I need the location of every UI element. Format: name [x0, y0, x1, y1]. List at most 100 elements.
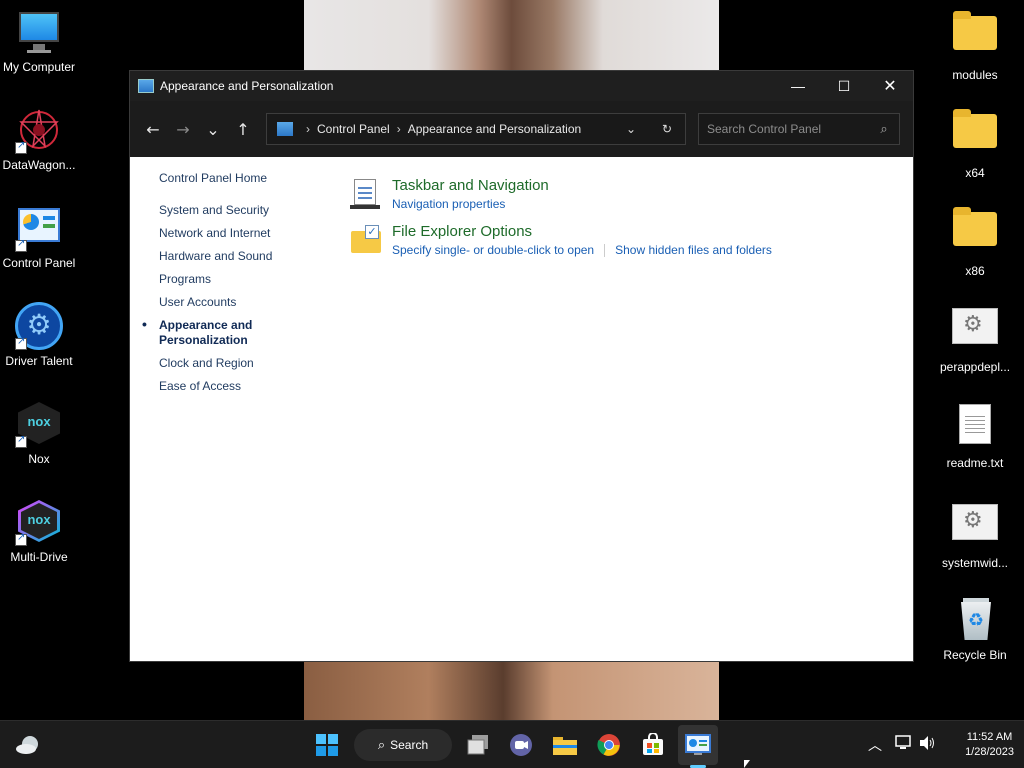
- control-panel-icon: [15, 204, 63, 252]
- driver-talent-icon: ⚙: [15, 302, 63, 350]
- title-bar[interactable]: Appearance and Personalization — ☐ ✕: [130, 71, 913, 101]
- desktop-icon-nox[interactable]: nox Nox: [0, 400, 78, 466]
- minimize-button[interactable]: —: [775, 71, 821, 101]
- shortcut-arrow-icon: [15, 336, 27, 350]
- back-button[interactable]: ←: [138, 114, 168, 144]
- monitor-icon: [15, 8, 63, 56]
- breadcrumb-control-panel[interactable]: Control Panel: [317, 122, 390, 136]
- mouse-cursor-icon: [744, 760, 750, 768]
- content-area: Control Panel Home System and Security N…: [130, 157, 913, 661]
- desktop-icon-perappdepl[interactable]: perappdepl...: [936, 302, 1014, 374]
- desktop-icon-label: Multi-Drive: [10, 550, 68, 564]
- control-panel-home-link[interactable]: Control Panel Home: [159, 171, 319, 185]
- nox-icon: nox: [15, 400, 63, 448]
- settings-file-icon: [952, 308, 998, 344]
- breadcrumb-separator[interactable]: ›: [306, 122, 310, 136]
- nav-item-system-and-security[interactable]: System and Security: [159, 203, 319, 218]
- search-icon[interactable]: ⌕: [869, 122, 899, 137]
- store-icon[interactable]: [637, 729, 669, 761]
- desktop-icon-multi-drive[interactable]: nox Multi-Drive: [0, 498, 78, 564]
- desktop-icon-control-panel[interactable]: Control Panel: [0, 204, 78, 270]
- recent-locations-button[interactable]: ⌄: [198, 114, 228, 144]
- desktop-icon-label: x86: [965, 264, 985, 278]
- shortcut-arrow-icon: [15, 238, 27, 252]
- nav-item-hardware-and-sound[interactable]: Hardware and Sound: [159, 249, 319, 264]
- search-input[interactable]: [707, 122, 869, 136]
- refresh-button[interactable]: ↻: [649, 122, 685, 136]
- clock-date: 1/28/2023: [965, 746, 1014, 758]
- category-title[interactable]: File Explorer Options: [392, 223, 772, 240]
- shortcut-arrow-icon: [15, 140, 27, 154]
- navigation-bar: ← → ⌄ ↑ › Control Panel › Appearance and…: [130, 101, 913, 157]
- folder-icon: [953, 207, 997, 246]
- file-explorer-options-icon: ✓: [350, 223, 382, 255]
- desktop-icon-label: x64: [965, 166, 985, 180]
- single-double-click-link[interactable]: Specify single- or double-click to open: [392, 243, 594, 257]
- teams-chat-icon[interactable]: [505, 729, 537, 761]
- control-panel-icon: [277, 122, 293, 136]
- shortcut-arrow-icon: [15, 434, 27, 448]
- nav-item-clock-and-region[interactable]: Clock and Region: [159, 356, 319, 371]
- nox-multidrive-icon: nox: [15, 498, 63, 546]
- network-icon[interactable]: [895, 735, 913, 755]
- desktop-icon-driver-talent[interactable]: ⚙ Driver Talent: [0, 302, 78, 368]
- control-panel-icon[interactable]: [682, 729, 714, 761]
- chrome-icon[interactable]: [593, 729, 625, 761]
- task-view-icon[interactable]: [462, 729, 494, 761]
- settings-file-icon: [952, 504, 998, 540]
- desktop-icon-label: Recycle Bin: [943, 648, 1007, 662]
- up-button[interactable]: ↑: [228, 114, 258, 144]
- desktop-icon-my-computer[interactable]: My Computer: [0, 8, 78, 74]
- desktop-icon-x64[interactable]: x64: [936, 106, 1014, 180]
- desktop-icon-modules[interactable]: modules: [936, 8, 1014, 82]
- desktop-icon-label: My Computer: [2, 60, 76, 74]
- desktop-icon-label: perappdepl...: [939, 360, 1011, 374]
- nav-item-appearance-and-personalization: Appearance and Personalization: [142, 317, 319, 348]
- taskbar: ⌕ Search ︿ 11:52 AM 1/28/2023: [0, 720, 1024, 768]
- forward-button[interactable]: →: [168, 114, 198, 144]
- search-icon: ⌕: [377, 737, 386, 752]
- taskbar-search-label: Search: [390, 738, 429, 752]
- show-hidden-files-link[interactable]: Show hidden files and folders: [615, 243, 772, 257]
- breadcrumb-appearance-and-personalization[interactable]: Appearance and Personalization: [408, 122, 581, 136]
- file-explorer-icon[interactable]: [549, 729, 581, 761]
- window-title: Appearance and Personalization: [160, 79, 334, 93]
- taskbar-search-button[interactable]: ⌕ Search: [354, 729, 452, 761]
- desktop-icon-recycle-bin[interactable]: ♻ Recycle Bin: [936, 596, 1014, 662]
- desktop-icon-datawagon[interactable]: DataWagon...: [0, 106, 78, 172]
- datawagon-icon: [15, 106, 63, 154]
- folder-icon: [953, 11, 997, 50]
- address-dropdown-button[interactable]: ⌄: [613, 122, 649, 136]
- link-divider: [604, 243, 606, 257]
- clock-time: 11:52 AM: [966, 731, 1013, 743]
- desktop-icon-label: systemwid...: [941, 556, 1008, 570]
- desktop-icon-x86[interactable]: x86: [936, 204, 1014, 278]
- nav-item-network-and-internet[interactable]: Network and Internet: [159, 226, 319, 241]
- close-button[interactable]: ✕: [867, 71, 913, 101]
- desktop-icon-readme[interactable]: readme.txt: [936, 400, 1014, 470]
- category-title[interactable]: Taskbar and Navigation: [392, 177, 549, 194]
- desktop-icon-systemwid[interactable]: systemwid...: [936, 498, 1014, 570]
- control-panel-window: Appearance and Personalization — ☐ ✕ ← →…: [129, 70, 914, 662]
- start-icon[interactable]: [311, 729, 343, 761]
- desktop-icon-label: Nox: [28, 452, 50, 466]
- control-panel-icon: [138, 79, 154, 93]
- search-box[interactable]: ⌕: [698, 113, 900, 145]
- shortcut-arrow-icon: [15, 532, 27, 546]
- desktop-icon-label: Control Panel: [2, 256, 76, 270]
- maximize-button[interactable]: ☐: [821, 71, 867, 101]
- desktop-icon-label: readme.txt: [946, 456, 1004, 470]
- volume-icon[interactable]: [919, 735, 937, 755]
- nav-item-user-accounts[interactable]: User Accounts: [159, 295, 319, 310]
- nav-item-programs[interactable]: Programs: [159, 272, 319, 287]
- address-bar[interactable]: › Control Panel › Appearance and Persona…: [266, 113, 686, 145]
- recycle-bin-icon: ♻: [951, 596, 999, 644]
- folder-icon: [953, 109, 997, 148]
- navigation-properties-link[interactable]: Navigation properties: [392, 197, 505, 211]
- breadcrumb-separator[interactable]: ›: [397, 122, 401, 136]
- nav-item-ease-of-access[interactable]: Ease of Access: [159, 379, 319, 394]
- weather-icon[interactable]: [12, 729, 44, 761]
- system-clock[interactable]: 11:52 AM 1/28/2023: [965, 730, 1014, 760]
- show-hidden-icons-chevron-icon[interactable]: ︿: [868, 735, 882, 755]
- desktop-icon-label: modules: [952, 68, 998, 82]
